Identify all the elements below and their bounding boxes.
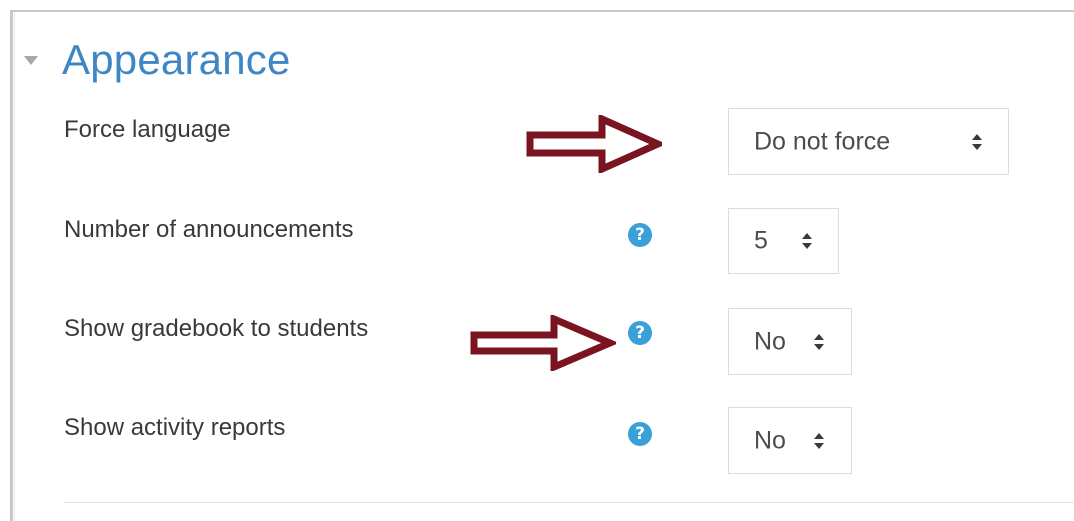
up-down-caret-icon <box>972 133 982 150</box>
show-gradebook-label: Show gradebook to students <box>64 315 369 342</box>
annotation-arrow-icon <box>470 315 616 371</box>
help-icon[interactable]: ? <box>628 223 652 247</box>
show-activity-reports-value: No <box>754 426 786 454</box>
up-down-caret-icon <box>802 233 812 249</box>
up-down-caret-icon <box>814 432 824 449</box>
number-of-announcements-select[interactable]: 5 <box>728 208 839 274</box>
force-language-select[interactable]: Do not force <box>728 108 1009 175</box>
panel-inner-border <box>14 12 15 521</box>
show-activity-reports-select[interactable]: No <box>728 407 852 474</box>
up-down-caret-icon <box>814 333 824 350</box>
help-icon[interactable]: ? <box>628 321 652 345</box>
force-language-value: Do not force <box>754 127 891 155</box>
force-language-label: Force language <box>64 116 231 143</box>
annotation-arrow-icon <box>526 115 662 173</box>
panel-border-top <box>10 10 1074 12</box>
caret-down-icon[interactable] <box>24 56 38 65</box>
show-activity-reports-label: Show activity reports <box>64 414 286 441</box>
show-gradebook-select[interactable]: No <box>728 308 852 375</box>
panel-border-left <box>10 10 13 521</box>
show-gradebook-value: No <box>754 327 786 355</box>
help-icon[interactable]: ? <box>628 422 652 446</box>
section-title[interactable]: Appearance <box>62 36 291 84</box>
settings-panel: Appearance Force language Do not force N… <box>0 0 1074 521</box>
section-divider <box>64 502 1074 503</box>
number-of-announcements-label: Number of announcements <box>64 216 354 243</box>
number-of-announcements-value: 5 <box>754 226 768 255</box>
